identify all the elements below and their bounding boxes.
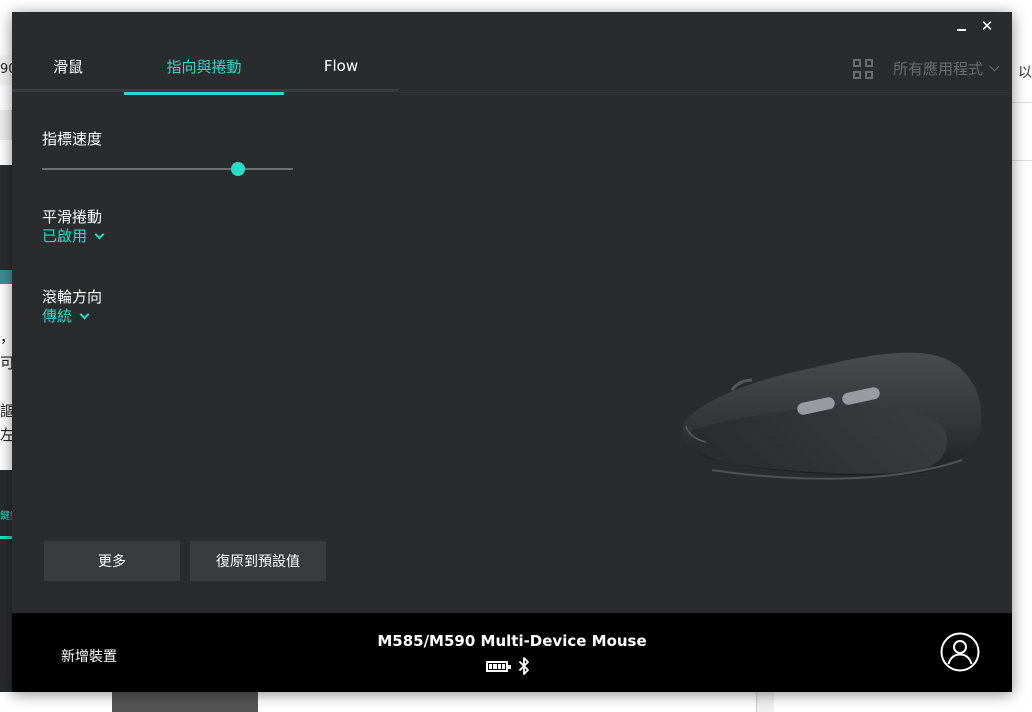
pointer-speed-slider[interactable]	[42, 162, 293, 176]
slider-handle[interactable]	[230, 162, 245, 176]
background-strip	[0, 165, 12, 270]
background-image	[112, 692, 258, 712]
bluetooth-icon	[518, 657, 529, 675]
background-text: 以	[1018, 65, 1032, 81]
chevron-down-icon	[989, 61, 1000, 72]
header-divider	[398, 92, 1012, 93]
close-button[interactable]: ✕	[976, 16, 998, 36]
application-selector[interactable]: 所有應用程式	[852, 58, 1000, 79]
device-name: M585/M590 Multi-Device Mouse	[377, 632, 647, 650]
tab-flow[interactable]: Flow	[284, 40, 398, 92]
user-account-icon[interactable]	[940, 632, 980, 672]
battery-icon	[486, 660, 511, 672]
tab-bar: 滑鼠 指向與捲動 Flow	[12, 40, 398, 95]
smooth-scrolling-dropdown[interactable]: 已啟用	[42, 225, 105, 246]
minimize-button[interactable]	[950, 16, 972, 36]
background-divider	[1012, 102, 1032, 103]
title-bar: ✕	[12, 12, 1012, 40]
device-footer: 新增裝置 M585/M590 Multi-Device Mouse	[12, 613, 1012, 692]
device-status	[486, 656, 530, 676]
scroll-direction-dropdown[interactable]: 傳統	[42, 305, 90, 326]
pointer-speed-label: 指標速度	[42, 130, 103, 148]
restore-defaults-button[interactable]: 復原到預設值	[190, 541, 326, 581]
tab-point-and-scroll[interactable]: 指向與捲動	[124, 40, 284, 95]
chevron-down-icon	[79, 309, 90, 320]
logitech-options-window: ✕ 滑鼠 指向與捲動 Flow 所有應用程式 指標速度 平滑捲動 已啟用 滾輪方…	[12, 12, 1012, 692]
slider-track	[42, 168, 293, 170]
mouse-illustration	[682, 352, 982, 480]
scroll-direction-value: 傳統	[42, 307, 73, 325]
tab-mouse[interactable]: 滑鼠	[12, 40, 124, 92]
grid-icon	[852, 58, 873, 79]
application-selector-label: 所有應用程式	[892, 60, 983, 78]
background-strip	[0, 536, 12, 539]
chevron-down-icon	[94, 229, 105, 240]
background-strip	[0, 270, 12, 284]
background-strip	[0, 110, 12, 140]
background-divider	[1012, 160, 1032, 161]
scroll-direction-label: 滾輪方向	[42, 288, 103, 306]
minimize-icon	[956, 29, 966, 31]
background-strip	[0, 470, 12, 692]
smooth-scrolling-value: 已啟用	[42, 227, 88, 245]
more-button[interactable]: 更多	[44, 541, 180, 581]
background-scrollbar	[756, 692, 774, 712]
smooth-scrolling-label: 平滑捲動	[42, 208, 103, 226]
